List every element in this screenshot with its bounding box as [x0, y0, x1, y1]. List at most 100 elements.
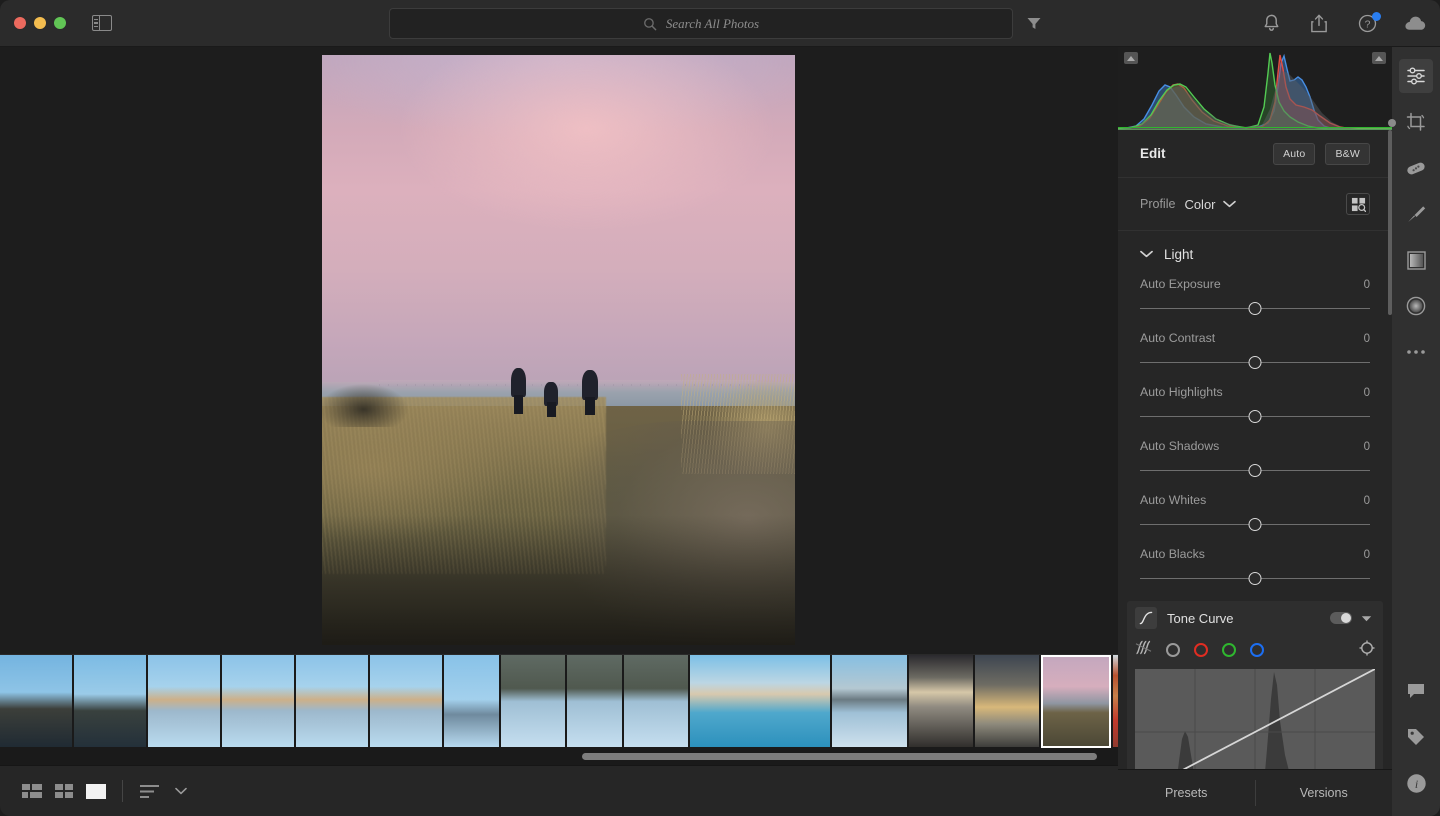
tone-curve-toggle[interactable]	[1330, 612, 1352, 624]
notifications-bell-icon[interactable]	[1260, 13, 1282, 35]
profile-value[interactable]: Color	[1184, 197, 1215, 212]
brush-icon[interactable]	[1399, 197, 1433, 231]
square-grid-view-icon[interactable]	[48, 776, 80, 806]
healing-brush-icon[interactable]	[1399, 151, 1433, 185]
filmstrip-thumbnail[interactable]	[74, 655, 146, 748]
slider-knob[interactable]	[1248, 302, 1262, 315]
more-options-icon[interactable]	[1399, 335, 1433, 369]
filmstrip-thumbnail[interactable]	[1041, 655, 1111, 748]
minimize-window-button[interactable]	[34, 17, 46, 29]
linear-gradient-icon[interactable]	[1399, 243, 1433, 277]
histogram[interactable]	[1118, 47, 1392, 130]
slider-label: Auto Highlights	[1140, 385, 1223, 399]
slider-knob[interactable]	[1248, 410, 1262, 423]
light-section-header[interactable]: Light	[1118, 231, 1392, 277]
rgb-channel-icon[interactable]	[1166, 643, 1180, 657]
targeted-adjustment-icon[interactable]	[1359, 640, 1375, 661]
browse-profiles-icon[interactable]	[1346, 193, 1370, 215]
presets-button[interactable]: Presets	[1118, 786, 1255, 800]
radial-gradient-icon[interactable]	[1399, 289, 1433, 323]
filmstrip-thumbnail[interactable]	[690, 655, 830, 748]
auto-button[interactable]: Auto	[1273, 142, 1316, 165]
filmstrip-thumbnail[interactable]	[0, 655, 72, 748]
filmstrip-thumbnail[interactable]	[832, 655, 907, 748]
grid-view-icon[interactable]	[16, 776, 48, 806]
slider-auto-exposure[interactable]: Auto Exposure 0	[1118, 277, 1392, 315]
filmstrip-scrollbar-thumb[interactable]	[582, 752, 1097, 760]
maximize-window-button[interactable]	[54, 17, 66, 29]
red-channel-icon[interactable]	[1194, 643, 1208, 657]
slider-knob[interactable]	[1248, 356, 1262, 369]
slider-auto-blacks[interactable]: Auto Blacks 0	[1118, 547, 1392, 585]
slider-knob[interactable]	[1248, 518, 1262, 531]
comments-icon[interactable]	[1399, 674, 1433, 708]
detail-view-icon[interactable]	[80, 776, 112, 806]
photo-sky	[322, 55, 795, 392]
image-stage	[0, 47, 1118, 654]
share-icon[interactable]	[1308, 13, 1330, 35]
tone-curve-chevron-down-icon[interactable]	[1361, 609, 1372, 627]
sort-icon[interactable]	[133, 776, 165, 806]
slider-track[interactable]	[1140, 410, 1370, 423]
keyword-tag-icon[interactable]	[1399, 720, 1433, 754]
filmstrip-thumbnail[interactable]	[222, 655, 294, 748]
filmstrip	[0, 654, 1208, 765]
filmstrip-thumbnail[interactable]	[624, 655, 688, 748]
filmstrip-thumbnail[interactable]	[444, 655, 499, 748]
slider-track[interactable]	[1140, 356, 1370, 369]
search-placeholder: Search All Photos	[665, 15, 760, 31]
sidebar-toggle-icon[interactable]	[92, 15, 112, 31]
filmstrip-thumbnail[interactable]	[501, 655, 565, 748]
tone-curve-icon[interactable]	[1135, 607, 1157, 629]
slider-label: Auto Shadows	[1140, 439, 1220, 453]
edit-sliders-icon[interactable]	[1399, 59, 1433, 93]
svg-text:i: i	[1414, 777, 1417, 791]
light-chevron-down-icon[interactable]	[1140, 245, 1153, 263]
slider-auto-contrast[interactable]: Auto Contrast 0	[1118, 331, 1392, 369]
filmstrip-scrollbar[interactable]	[0, 747, 1118, 765]
slider-track[interactable]	[1140, 572, 1370, 585]
slider-track[interactable]	[1140, 464, 1370, 477]
filmstrip-thumbnail[interactable]	[975, 655, 1039, 748]
slider-track[interactable]	[1140, 302, 1370, 315]
shadow-clipping-icon[interactable]	[1124, 52, 1138, 64]
photo-foreground-shadow	[322, 515, 795, 645]
filmstrip-thumbnail[interactable]	[909, 655, 973, 748]
light-section-title: Light	[1164, 246, 1194, 262]
bw-button[interactable]: B&W	[1325, 142, 1370, 165]
edit-panel-scroll-area: Edit Auto B&W Profile Color Light Auto E…	[1118, 130, 1392, 769]
filmstrip-thumbnail[interactable]	[296, 655, 368, 748]
slider-auto-whites[interactable]: Auto Whites 0	[1118, 493, 1392, 531]
photo-person-3-legs	[585, 396, 595, 416]
parametric-curve-icon[interactable]	[1135, 640, 1152, 660]
tool-rail: i	[1388, 47, 1440, 816]
slider-auto-highlights[interactable]: Auto Highlights 0	[1118, 385, 1392, 423]
lightroom-window: Search All Photos ? Edit Auto B&W Profil…	[0, 0, 1440, 816]
crop-icon[interactable]	[1399, 105, 1433, 139]
filmstrip-thumbnail[interactable]	[370, 655, 442, 748]
close-window-button[interactable]	[14, 17, 26, 29]
highlight-clipping-icon[interactable]	[1372, 52, 1386, 64]
tone-curve-graph[interactable]	[1135, 669, 1375, 769]
slider-knob[interactable]	[1248, 572, 1262, 585]
profile-chevron-down-icon[interactable]	[1222, 195, 1236, 213]
slider-knob[interactable]	[1248, 464, 1262, 477]
versions-button[interactable]: Versions	[1256, 786, 1393, 800]
search-input[interactable]: Search All Photos	[389, 8, 1013, 39]
svg-text:?: ?	[1364, 20, 1370, 31]
filmstrip-thumbnail[interactable]	[567, 655, 622, 748]
panel-resize-handle[interactable]	[1388, 119, 1396, 127]
slider-auto-shadows[interactable]: Auto Shadows 0	[1118, 439, 1392, 477]
profile-row: Profile Color	[1118, 178, 1392, 231]
info-icon[interactable]: i	[1399, 766, 1433, 800]
blue-channel-icon[interactable]	[1250, 643, 1264, 657]
cloud-sync-icon[interactable]	[1404, 13, 1426, 35]
help-icon[interactable]: ?	[1356, 11, 1381, 35]
titlebar-actions: ?	[1260, 0, 1426, 47]
sort-chevron-down-icon[interactable]	[165, 776, 197, 806]
main-photo[interactable]	[322, 55, 795, 645]
green-channel-icon[interactable]	[1222, 643, 1236, 657]
slider-track[interactable]	[1140, 518, 1370, 531]
filter-funnel-icon[interactable]	[1024, 14, 1044, 32]
filmstrip-thumbnail[interactable]	[148, 655, 220, 748]
